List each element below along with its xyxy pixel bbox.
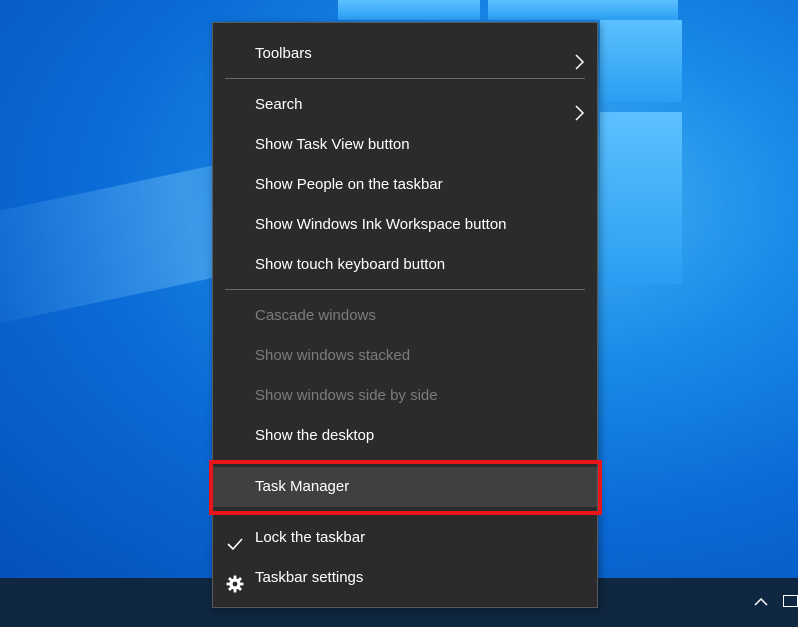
menu-item-lock-taskbar[interactable]: Lock the taskbar (213, 518, 597, 558)
network-icon[interactable] (783, 595, 798, 607)
menu-item-show-people[interactable]: Show People on the taskbar (213, 165, 597, 205)
menu-item-show-desktop[interactable]: Show the desktop (213, 416, 597, 456)
menu-item-label: Lock the taskbar (255, 529, 366, 546)
menu-item-label: Show People on the taskbar (255, 176, 443, 193)
menu-separator (225, 289, 585, 290)
menu-item-search[interactable]: Search (213, 85, 597, 125)
chevron-right-icon (573, 46, 585, 70)
menu-item-taskbar-settings[interactable]: Taskbar settings (213, 558, 597, 598)
menu-item-label: Show Task View button (255, 136, 410, 153)
menu-item-label: Taskbar settings (255, 569, 364, 586)
taskbar-context-menu: Toolbars Search Show Task View button Sh… (212, 22, 598, 608)
menu-item-toolbars[interactable]: Toolbars (213, 34, 597, 74)
menu-item-label: Show windows side by side (255, 387, 438, 404)
gear-icon (226, 569, 244, 593)
menu-item-label: Show windows stacked (255, 347, 411, 364)
menu-item-label: Search (255, 96, 303, 113)
menu-item-show-touch-keyboard[interactable]: Show touch keyboard button (213, 245, 597, 285)
chevron-up-icon[interactable] (752, 594, 770, 610)
wallpaper-window-pane (600, 112, 682, 284)
menu-item-label: Show Windows Ink Workspace button (255, 216, 507, 233)
menu-item-windows-side-by-side: Show windows side by side (213, 376, 597, 416)
wallpaper-window-pane (600, 20, 682, 102)
chevron-right-icon (573, 97, 585, 121)
menu-item-cascade-windows: Cascade windows (213, 296, 597, 336)
wallpaper-window-pane (338, 0, 480, 20)
menu-item-label: Show touch keyboard button (255, 256, 446, 273)
menu-separator (225, 78, 585, 79)
menu-item-show-task-view[interactable]: Show Task View button (213, 125, 597, 165)
menu-item-label: Show the desktop (255, 427, 375, 444)
menu-item-label: Cascade windows (255, 307, 376, 324)
menu-item-windows-stacked: Show windows stacked (213, 336, 597, 376)
task-manager-highlight-box (209, 460, 602, 515)
menu-item-show-ink-workspace[interactable]: Show Windows Ink Workspace button (213, 205, 597, 245)
wallpaper-window-pane (488, 0, 678, 20)
checkmark-icon (226, 529, 244, 551)
menu-item-label: Toolbars (255, 45, 312, 62)
